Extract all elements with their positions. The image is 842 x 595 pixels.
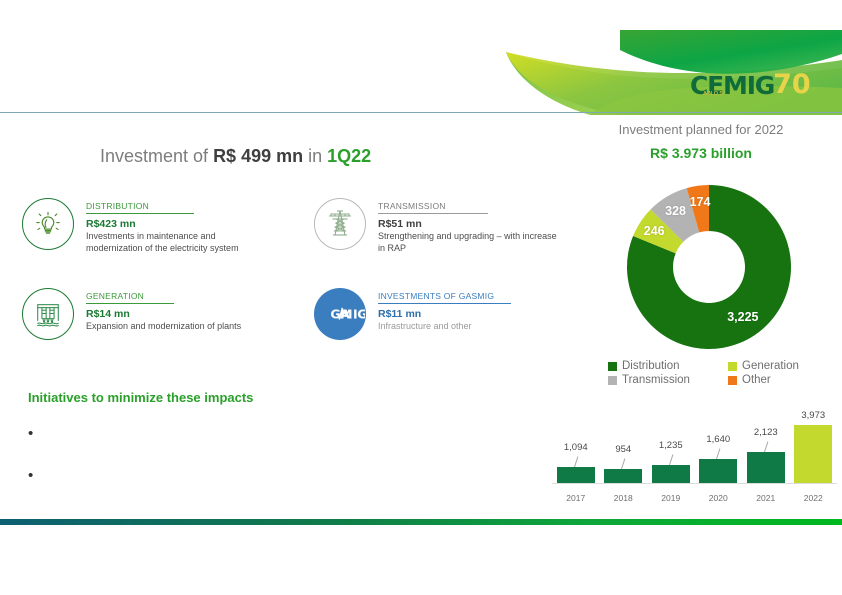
card-desc-generation: Expansion and modernization of plants: [86, 321, 242, 331]
card-gasmig: GA IG M INVESTMENTS OF GASMIG R$11 mn In…: [314, 288, 564, 340]
card-amount-distribution: R$423 mn: [86, 218, 136, 230]
donut-chart-title: Investment planned for 2022: [618, 122, 784, 137]
card-rule-distribution: [86, 213, 194, 214]
card-label-distribution: DISTRIBUTION: [86, 201, 149, 211]
bar-value-2020: 1,640: [706, 434, 731, 446]
gasmig-logo-icon: GA IG M: [314, 288, 366, 340]
donut-value-generation: 246: [643, 223, 665, 238]
card-rule-transmission: [378, 213, 488, 214]
bullet-dot-icon: •: [28, 425, 34, 442]
bar-leader-line: [763, 441, 769, 453]
card-desc-transmission: Strengthening and upgrading – with incre…: [378, 231, 557, 253]
card-rule-gasmig: [378, 303, 511, 304]
legend-swatch-icon: [608, 375, 617, 385]
legend-item-distribution[interactable]: Distribution: [608, 360, 713, 372]
lightbulb-icon-svg: [36, 211, 60, 234]
bar-value-2017: 1,094: [563, 442, 588, 454]
card-amount-transmission: R$51 mn: [378, 218, 422, 230]
bar-2020[interactable]: [699, 459, 738, 483]
svg-text:IG: IG: [353, 307, 365, 322]
bar-category-2020: 2020: [708, 493, 728, 503]
bar-2019[interactable]: [651, 464, 690, 483]
hydro-plant-icon: [22, 288, 74, 340]
bar-value-2018: 954: [615, 444, 632, 456]
donut-chart-subtitle: R$ 3.973 billion: [650, 145, 752, 161]
card-rule-generation: [86, 303, 174, 304]
legend-label: Other: [742, 374, 771, 386]
legend-label: Transmission: [622, 374, 690, 386]
card-label-generation: GENERATION: [86, 291, 145, 301]
card-desc-distribution: Investments in maintenance and moderniza…: [86, 231, 239, 253]
transmission-tower-icon-svg: [329, 210, 351, 236]
title-period: 1Q22: [327, 146, 372, 166]
bar-value-2021: 2,123: [753, 427, 778, 439]
hydro-plant-icon-svg: [37, 304, 59, 327]
card-label-gasmig: INVESTMENTS OF GASMIG: [378, 291, 495, 301]
bullet-item-1: •: [28, 426, 33, 441]
card-generation: GENERATION R$14 mn Expansion and moderni…: [22, 288, 302, 340]
bar-category-2017: 2017: [566, 493, 586, 503]
bullet-item-2: •: [28, 468, 33, 483]
legend-swatch-icon: [608, 361, 617, 371]
chart-legend: Distribution Generation Transmission Other: [608, 360, 833, 386]
card-distribution: DISTRIBUTION R$423 mn Investments in mai…: [22, 198, 272, 254]
donut-value-transmission: 328: [665, 203, 687, 218]
card-transmission: TRANSMISSION R$51 mn Strengthening and u…: [314, 198, 564, 254]
legend-item-other[interactable]: Other: [728, 374, 833, 386]
bar-leader-line: [668, 454, 674, 466]
card-desc-gasmig: Infrastructure and other: [378, 321, 472, 331]
bar-chart: 1,094 2017 954 2018 1,235 2019 1,640 2020 2,123 2…: [552, 404, 837, 509]
donut-value-other: 174: [689, 195, 711, 210]
bar-category-2018: 2018: [613, 493, 633, 503]
legend-label: Generation: [742, 360, 799, 372]
legend-item-generation[interactable]: Generation: [728, 360, 833, 372]
bar-2021[interactable]: [746, 452, 785, 483]
initiatives-heading: Initiatives to minimize these impacts: [28, 390, 254, 405]
bar-value-2022: 3,973: [801, 410, 826, 421]
slide-canvas: CEMIG 70 ANOS Investment of R$ 499 mn in…: [0, 0, 842, 595]
bar-value-2019: 1,235: [658, 439, 683, 451]
legend-label: Distribution: [622, 360, 680, 372]
bullet-dot-icon: •: [28, 467, 34, 484]
gasmig-logo-icon-svg: GA IG M: [330, 307, 365, 322]
anniversary-70-mark: 70: [773, 69, 811, 100]
bar-category-2022: 2022: [803, 493, 823, 503]
bar-2022[interactable]: [794, 425, 833, 483]
legend-swatch-icon: [728, 375, 737, 385]
card-amount-generation: R$14 mn: [86, 308, 130, 320]
svg-text:M: M: [340, 307, 352, 322]
anniversary-anos-label: ANOS: [703, 91, 725, 97]
title-prefix: Investment of: [100, 146, 214, 166]
legend-item-transmission[interactable]: Transmission: [608, 374, 713, 386]
title-amount: R$ 499 mn: [213, 146, 304, 166]
card-amount-gasmig: R$11 mn: [378, 308, 422, 320]
bar-chart-axis: [552, 483, 837, 484]
bar-category-2021: 2021: [756, 493, 776, 503]
bar-2018[interactable]: [604, 469, 643, 483]
legend-swatch-icon: [728, 361, 737, 371]
donut-chart: 3,225 246 328 174: [625, 183, 793, 351]
bar-leader-line: [573, 456, 579, 468]
lightbulb-icon: [22, 198, 74, 250]
transmission-tower-icon: [314, 198, 366, 250]
bar-category-2019: 2019: [661, 493, 681, 503]
bar-leader-line: [716, 448, 721, 460]
title-connector: in: [303, 146, 328, 166]
bar-2017[interactable]: [556, 467, 595, 483]
page-title: Investment of R$ 499 mn in 1Q22: [100, 146, 371, 167]
donut-value-distribution: 3,225: [727, 310, 759, 325]
header-divider: [0, 112, 842, 113]
bar-leader-line: [621, 458, 626, 470]
footer-gradient-bar: [0, 519, 842, 525]
card-label-transmission: TRANSMISSION: [378, 201, 446, 211]
